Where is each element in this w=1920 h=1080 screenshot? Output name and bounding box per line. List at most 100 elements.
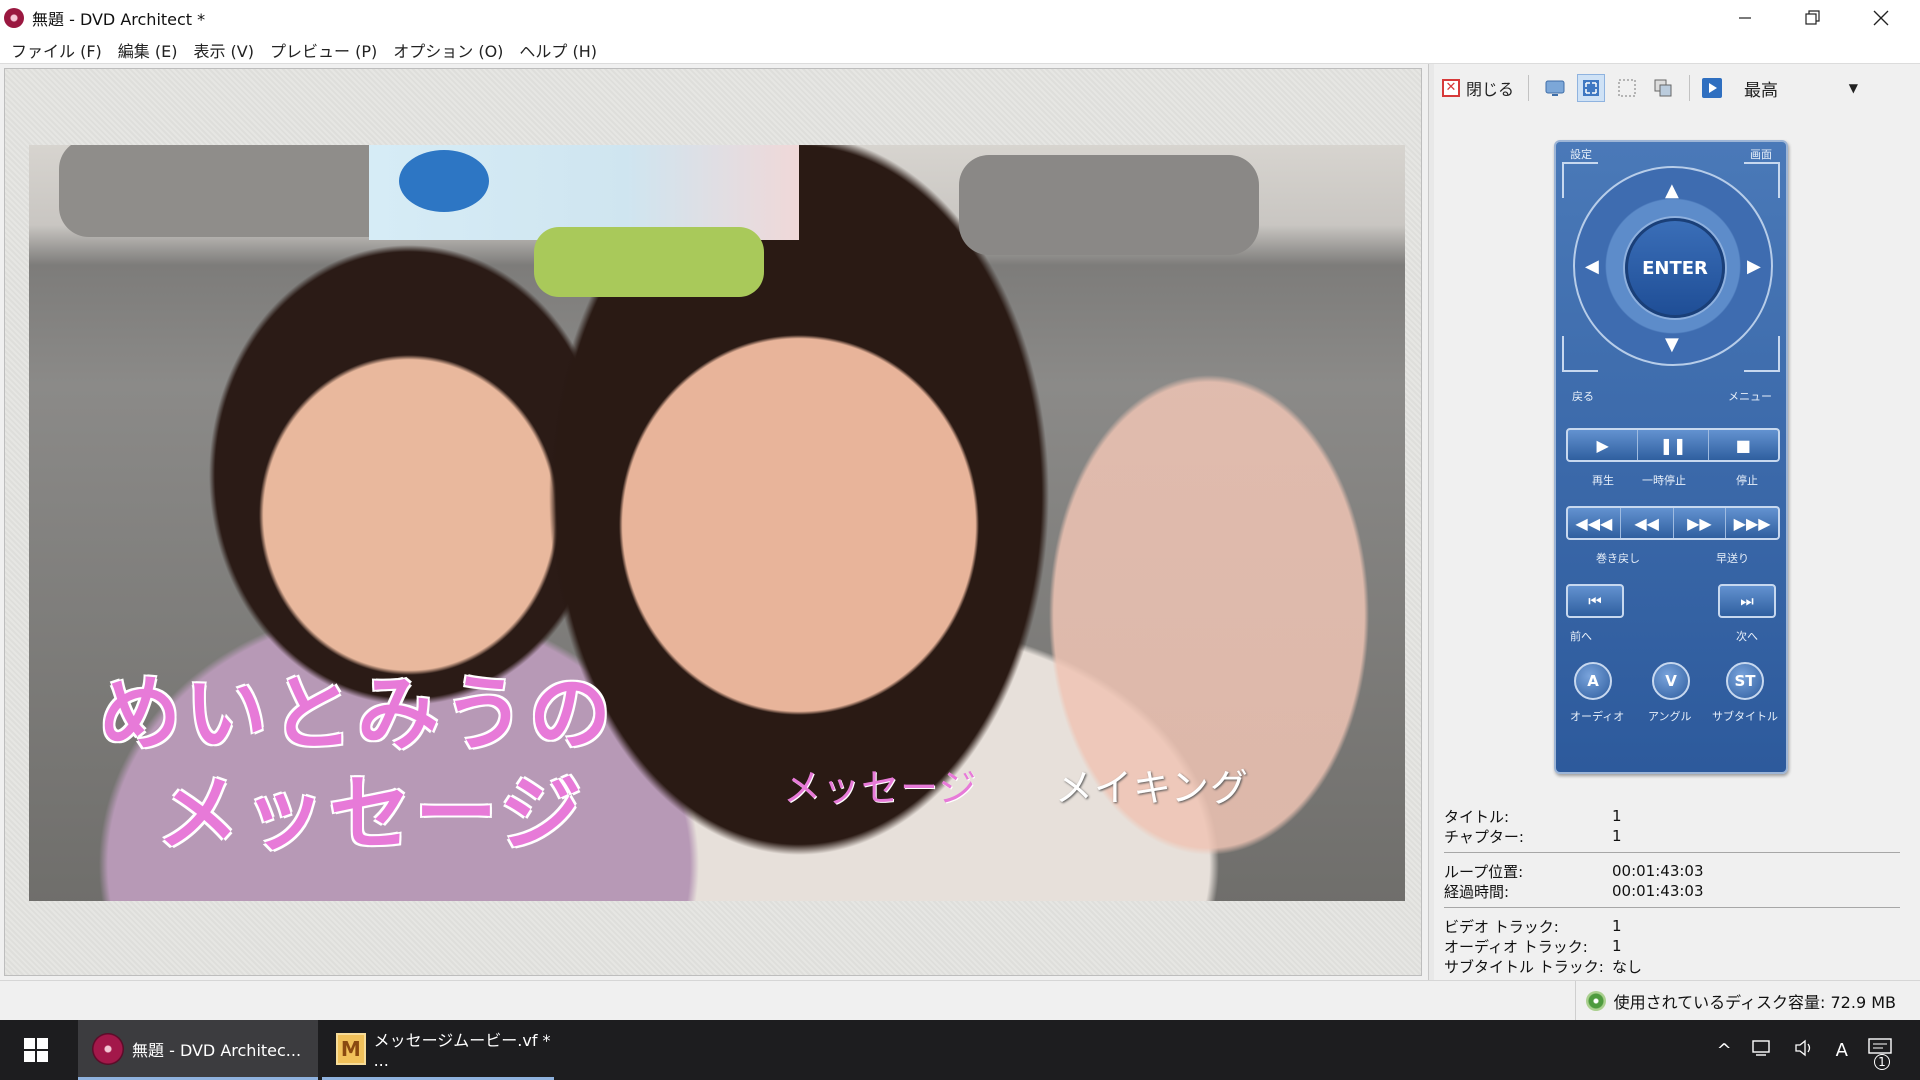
remote-settings-label: 設定 xyxy=(1570,148,1592,161)
info-divider-2 xyxy=(1444,907,1900,908)
info-title-row: タイトル: 1 xyxy=(1444,806,1904,826)
close-button[interactable] xyxy=(1852,0,1910,36)
menu-corner-button[interactable] xyxy=(1744,336,1780,372)
scan-buttons: ◀◀◀ ◀◀ ▶▶ ▶▶▶ xyxy=(1566,506,1780,540)
windows-logo-icon xyxy=(24,1038,48,1062)
start-button[interactable] xyxy=(0,1020,72,1080)
notification-count-badge: 1 xyxy=(1874,1053,1890,1070)
restore-button[interactable] xyxy=(1784,0,1842,36)
safe-area-icon[interactable] xyxy=(1613,74,1641,102)
playback-info: タイトル: 1 チャプター: 1 ループ位置: 00:01:43:03 経過時間: 00… xyxy=(1444,806,1904,976)
next-label: 次へ xyxy=(1736,630,1758,643)
dvd-remote-control: 設定 画面 ENTER ▲ ▼ ◀ ▶ 戻る メニュー ▶ ❚❚ ■ 再生 一時… xyxy=(1554,140,1788,774)
previous-chapter-button[interactable]: ⏮ xyxy=(1566,584,1624,618)
settings-corner-button[interactable] xyxy=(1562,162,1598,198)
playback-buttons: ▶ ❚❚ ■ xyxy=(1566,428,1780,462)
back-corner-button[interactable] xyxy=(1562,336,1598,372)
right-arrow-button[interactable]: ▶ xyxy=(1747,258,1761,276)
menu-button-making[interactable]: メイキング xyxy=(1055,757,1249,812)
copy-frame-icon[interactable] xyxy=(1649,74,1677,102)
minimize-button[interactable] xyxy=(1716,0,1774,36)
system-tray: ^ A 1 xyxy=(1707,1020,1920,1080)
menu-view[interactable]: 表示 (V) xyxy=(188,38,265,62)
ime-indicator[interactable]: A xyxy=(1836,1040,1848,1061)
prev-label: 前へ xyxy=(1570,630,1592,643)
forward-button[interactable]: ▶▶ xyxy=(1674,508,1727,538)
background-whale xyxy=(399,150,489,212)
angle-label: アングル xyxy=(1648,710,1692,723)
fullscreen-icon[interactable] xyxy=(1577,74,1606,102)
chevron-up-icon[interactable]: ^ xyxy=(1717,1040,1732,1061)
menu-edit[interactable]: 編集 (E) xyxy=(113,38,189,62)
rewind-button[interactable]: ◀◀ xyxy=(1621,508,1674,538)
play-preview-icon[interactable] xyxy=(1698,74,1726,102)
taskbar-app-movie-studio[interactable]: M メッセージムービー.vf * ... xyxy=(322,1020,554,1080)
toolbar-separator-2 xyxy=(1689,75,1691,101)
info-subtitle-key: サブタイトル トラック: xyxy=(1444,957,1604,976)
volume-icon[interactable] xyxy=(1794,1039,1816,1062)
monitor-icon[interactable] xyxy=(1541,74,1569,102)
info-title-value: 1 xyxy=(1612,807,1622,825)
info-subtitle-row: サブタイトル トラック: なし xyxy=(1444,956,1904,976)
remote-dpad: ENTER ▲ ▼ ◀ ▶ xyxy=(1573,166,1773,366)
subtitle-button[interactable]: ST xyxy=(1726,662,1764,700)
subtitle-label: サブタイトル xyxy=(1712,710,1778,723)
info-elapsed-key: 経過時間: xyxy=(1444,882,1510,901)
enter-button[interactable]: ENTER xyxy=(1625,218,1725,318)
info-loop-row: ループ位置: 00:01:43:03 xyxy=(1444,861,1904,881)
windows-taskbar: 無題 - DVD Architec... M メッセージムービー.vf * ..… xyxy=(0,1020,1920,1080)
menu-title-text: めいとみうの メッセージ xyxy=(99,665,615,865)
close-preview-button[interactable]: ✕ 閉じる xyxy=(1442,76,1514,100)
menu-help[interactable]: ヘルプ (H) xyxy=(514,38,608,62)
up-arrow-button[interactable]: ▲ xyxy=(1665,182,1679,200)
audio-button[interactable]: A xyxy=(1574,662,1612,700)
preview-controls-panel: ✕ 閉じる 最高 ▼ 設定 画面 ENTER ▲ ▼ ◀ ▶ 戻る メニュー ▶… xyxy=(1434,64,1920,980)
chevron-down-icon: ▼ xyxy=(1848,81,1859,95)
next-chapter-button[interactable]: ⏭ xyxy=(1718,584,1776,618)
disk-usage-text: 使用されているディスク容量: 72.9 MB xyxy=(1613,993,1896,1012)
preview-toolbar: ✕ 閉じる 最高 ▼ xyxy=(1442,70,1912,106)
down-arrow-button[interactable]: ▼ xyxy=(1665,336,1679,354)
window-title: 無題 - DVD Architect * xyxy=(32,10,206,29)
info-chapter-key: チャプター: xyxy=(1444,827,1524,846)
menu-options[interactable]: オプション (O) xyxy=(388,38,514,62)
dvd-architect-taskbar-icon xyxy=(92,1032,124,1065)
screen-corner-button[interactable] xyxy=(1744,162,1780,198)
stop-label: 停止 xyxy=(1736,474,1758,487)
fast-forward-button[interactable]: ▶▶▶ xyxy=(1726,508,1778,538)
network-icon[interactable] xyxy=(1751,1039,1774,1062)
taskbar-app-dvd-architect[interactable]: 無題 - DVD Architec... xyxy=(78,1020,318,1080)
info-audio-value: 1 xyxy=(1612,937,1622,955)
notification-center-icon[interactable]: 1 xyxy=(1868,1037,1894,1070)
stop-button[interactable]: ■ xyxy=(1709,430,1778,460)
menu-preview-video[interactable]: めいとみうの メッセージ メッセージ メイキング xyxy=(29,145,1405,901)
menu-title-line1: めいとみうの xyxy=(99,667,616,762)
info-elapsed-value: 00:01:43:03 xyxy=(1612,882,1704,900)
fast-rewind-button[interactable]: ◀◀◀ xyxy=(1568,508,1621,538)
left-arrow-button[interactable]: ◀ xyxy=(1585,258,1599,276)
remote-screen-label: 画面 xyxy=(1750,148,1772,161)
disk-usage-status: 使用されているディスク容量: 72.9 MB xyxy=(1574,981,1896,1021)
toolbar-separator xyxy=(1528,75,1530,101)
remote-back-label: 戻る xyxy=(1572,390,1594,403)
info-chapter-value: 1 xyxy=(1612,827,1622,845)
play-button[interactable]: ▶ xyxy=(1568,430,1639,460)
info-title-key: タイトル: xyxy=(1444,807,1510,826)
menu-preview[interactable]: プレビュー (P) xyxy=(265,38,388,62)
background-pillow xyxy=(534,227,764,297)
close-preview-label: 閉じる xyxy=(1466,80,1515,99)
info-chapter-row: チャプター: 1 xyxy=(1444,826,1904,846)
info-audio-key: オーディオ トラック: xyxy=(1444,937,1588,956)
title-bar: 無題 - DVD Architect * xyxy=(0,0,1920,36)
dvd-architect-app-icon xyxy=(4,8,24,28)
angle-button[interactable]: V xyxy=(1652,662,1690,700)
audio-label: オーディオ xyxy=(1570,710,1625,723)
preview-quality-dropdown[interactable]: 最高 ▼ xyxy=(1744,76,1864,101)
menu-button-message[interactable]: メッセージ xyxy=(783,757,977,812)
pause-button[interactable]: ❚❚ xyxy=(1638,430,1709,460)
info-video-key: ビデオ トラック: xyxy=(1444,917,1559,936)
rewind-label: 巻き戻し xyxy=(1596,552,1640,565)
remote-menu-label: メニュー xyxy=(1728,390,1772,403)
info-loop-value: 00:01:43:03 xyxy=(1612,862,1704,880)
menu-file[interactable]: ファイル (F) xyxy=(6,38,113,62)
